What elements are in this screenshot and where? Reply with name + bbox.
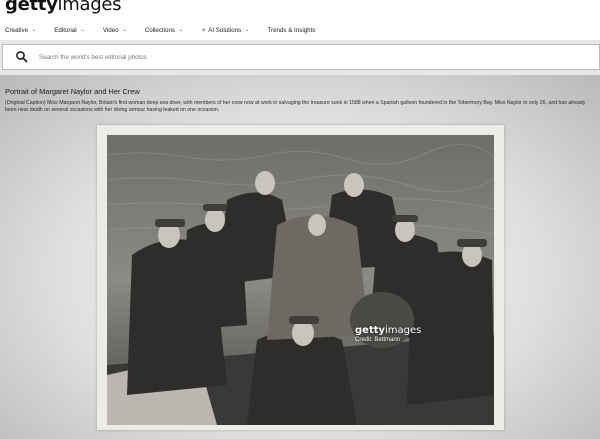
search-placeholder: Search the world's best editorial photos [39,53,147,61]
nav-item-label: AI Solutions [208,26,242,34]
sparkle-icon: ✧ [201,27,207,34]
nav-ai-solutions[interactable]: ✧ AI Solutions ⌄ [201,24,249,36]
nav-item-label: Collections [144,26,175,34]
nav-trends-insights[interactable]: Trends & Insights [267,24,315,36]
chevron-down-icon: ⌄ [245,27,250,33]
search-icon[interactable] [15,50,29,64]
nav-item-label: Creative [5,26,29,34]
chevron-down-icon: ⌄ [122,27,127,33]
chevron-down-icon: ⌄ [32,27,37,33]
nav-creative[interactable]: Creative ⌄ [5,24,36,36]
nav-video[interactable]: Video ⌄ [103,24,127,36]
editorial-photo[interactable]: gettyimages Credit: Bettmann 515963450 [107,135,494,425]
nav-editorial[interactable]: Editorial ⌄ [54,24,85,36]
photo-credit: Credit: Bettmann [355,337,401,343]
nav-item-label: Trends & Insights [267,26,316,34]
top-bar: gettyimages Creative ⌄ Editorial ⌄ Video… [0,0,600,40]
getty-images-logo[interactable]: gettyimages [5,0,122,15]
asset-title: Portrait of Margaret Naylor and Her Crew [5,87,140,96]
chevron-down-icon: ⌄ [80,27,85,33]
search-input[interactable]: Search the world's best editorial photos [2,44,600,70]
watermark-logo: gettyimages [355,325,422,336]
main-nav: Creative ⌄ Editorial ⌄ Video ⌄ Collectio… [5,24,333,36]
nav-item-label: Editorial [54,26,77,34]
getty-watermark: gettyimages Credit: Bettmann [355,325,421,343]
photo-frame: gettyimages Credit: Bettmann 515963450 [97,125,504,430]
nav-item-label: Video [102,26,119,34]
chevron-down-icon: ⌄ [179,27,184,33]
nav-collections[interactable]: Collections ⌄ [145,24,183,36]
asset-caption: (Original Caption) Miss Margaret Naylor,… [5,100,586,113]
